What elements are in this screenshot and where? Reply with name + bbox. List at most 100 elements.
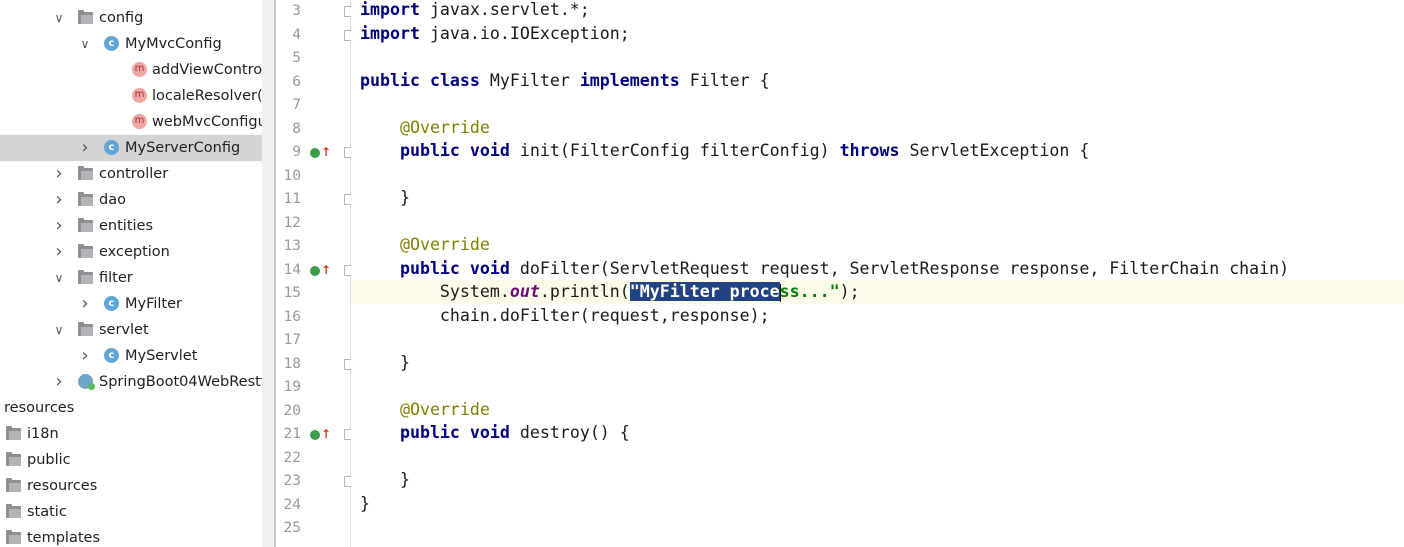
code-line[interactable]: } — [360, 492, 370, 516]
code-line[interactable]: System.out.println("MyFilter process..."… — [360, 280, 860, 304]
code-line[interactable]: } — [360, 186, 410, 210]
code-token: @Override — [399, 235, 490, 254]
tree-item-myfilter[interactable]: › c MyFilter — [0, 291, 262, 317]
chevron-down-icon[interactable]: ∨ — [52, 5, 66, 31]
chevron-down-icon[interactable]: ∨ — [78, 31, 92, 57]
code-line[interactable]: public void doFilter(ServletRequest requ… — [360, 257, 1289, 281]
code-token: public — [360, 70, 420, 90]
line-number: 10 — [283, 167, 301, 184]
tree-item-label: webMvcConfigur — [152, 114, 262, 130]
tree-item-label: resources — [27, 478, 98, 494]
tree-item-mymvcconfig[interactable]: ∨ c MyMvcConfig — [0, 31, 262, 57]
chevron-right-icon[interactable]: › — [52, 239, 66, 265]
code-token: import — [360, 0, 420, 19]
tree-item-resources[interactable]: resources — [0, 473, 262, 499]
tree-item-label: public — [27, 452, 71, 468]
tree-item-localeresolver-l[interactable]: m localeResolver():L — [0, 83, 262, 109]
chevron-right-icon[interactable]: › — [52, 213, 66, 239]
chevron-down-icon[interactable]: ∨ — [52, 317, 66, 343]
line-number: 3 — [292, 3, 301, 19]
tree-item-label: entities — [99, 218, 154, 234]
tree-item-label: MyServlet — [125, 348, 198, 364]
tree-item-label: controller — [99, 166, 169, 182]
method-icon: m — [132, 88, 147, 103]
class-icon: c — [104, 36, 119, 51]
tree-item-myserverconfig[interactable]: › c MyServerConfig — [0, 135, 274, 161]
code-line[interactable]: public void init(FilterConfig filterConf… — [360, 139, 1089, 163]
implements-method-icon[interactable]: ↑ — [308, 427, 331, 442]
line-number: 23 — [283, 473, 301, 489]
code-line[interactable]: } — [360, 468, 410, 492]
tree-item-i18n[interactable]: i18n — [0, 421, 262, 447]
code-line[interactable]: } — [360, 351, 410, 375]
tree-item-webmvcconfigur[interactable]: m webMvcConfigur — [0, 109, 262, 135]
tree-item-controller[interactable]: › controller — [0, 161, 262, 187]
tree-item-public[interactable]: public — [0, 447, 262, 473]
tree-item-exception[interactable]: › exception — [0, 239, 262, 265]
code-line[interactable]: import java.io.IOException; — [360, 22, 630, 46]
tree-item-entities[interactable]: › entities — [0, 213, 262, 239]
code-token: chain.doFilter(request,response); — [360, 305, 770, 325]
tree-item-static[interactable]: static — [0, 499, 262, 525]
tree-item-templates[interactable]: templates — [0, 525, 262, 547]
line-number: 11 — [283, 191, 301, 207]
code-line[interactable]: import javax.servlet.*; — [360, 0, 590, 22]
line-number: 4 — [292, 26, 301, 43]
line-number: 13 — [283, 238, 301, 254]
tree-item-addviewcontrolle[interactable]: m addViewControlle — [0, 57, 262, 83]
chevron-right-icon[interactable]: › — [52, 161, 66, 187]
code-token: destroy() { — [509, 423, 630, 442]
code-token: javax.servlet.*; — [419, 0, 590, 19]
tree-item-resources[interactable]: resources — [0, 395, 262, 421]
line-number: 15 — [283, 285, 301, 301]
tree-item-springboot04webrestf[interactable]: › SpringBoot04WebRestf — [0, 369, 262, 395]
code-line[interactable]: chain.doFilter(request,response); — [360, 304, 770, 328]
folder-icon — [6, 530, 21, 545]
implements-method-icon[interactable]: ↑ — [308, 145, 331, 160]
code-token: ss..." — [779, 282, 840, 301]
code-editor[interactable]: import javax.servlet.*; import java.io.IO… — [351, 0, 1404, 547]
line-number: 14 — [283, 261, 301, 278]
folder-icon — [6, 452, 21, 467]
tree-item-filter[interactable]: ∨ filter — [0, 265, 262, 291]
project-tree: ∨ config ∨ c MyMvcConfig m addViewControlle mlo… — [0, 0, 274, 547]
tree-item-dao[interactable]: › dao — [0, 187, 262, 213]
folder-icon — [78, 218, 93, 233]
code-token: java.io.IOException; — [419, 23, 630, 43]
code-token: ServletException { — [899, 141, 1090, 160]
code-line[interactable]: @Override — [360, 116, 490, 140]
tree-item-label: templates — [27, 530, 101, 546]
chevron-right-icon[interactable]: › — [78, 291, 92, 317]
code-line[interactable]: public void destroy() { — [360, 421, 630, 445]
code-line[interactable]: @Override — [360, 233, 490, 257]
method-icon: m — [132, 114, 147, 129]
line-number: 17 — [283, 332, 301, 348]
tree-item-myservlet[interactable]: › c MyServlet — [0, 343, 262, 369]
project-tree-scrollbar[interactable] — [262, 0, 274, 547]
tree-item-label: MyFilter — [125, 296, 183, 312]
chevron-right-icon[interactable]: › — [78, 343, 92, 369]
chevron-down-icon[interactable]: ∨ — [52, 265, 66, 291]
code-token: } — [360, 493, 370, 513]
chevron-right-icon[interactable]: › — [52, 187, 66, 213]
chevron-right-icon[interactable]: › — [52, 369, 66, 395]
selected-text: "MyFilter proce — [629, 282, 780, 301]
tree-item-label: resources — [4, 400, 75, 416]
code-line[interactable]: public class MyFilter implements Filter … — [360, 69, 770, 93]
implements-method-icon[interactable]: ↑ — [308, 263, 331, 278]
line-number: 7 — [292, 97, 301, 113]
code-token: class — [429, 70, 480, 90]
code-token: System. — [360, 282, 510, 301]
code-line[interactable]: @Override — [360, 398, 490, 422]
tree-item-servlet[interactable]: ∨ servlet — [0, 317, 262, 343]
tree-item-config[interactable]: ∨ config — [0, 5, 262, 31]
tree-item-label: static — [27, 504, 67, 520]
code-token: } — [360, 188, 410, 207]
tree-item-label: config — [99, 10, 144, 26]
chevron-right-icon[interactable]: › — [78, 135, 92, 161]
folder-icon — [78, 244, 93, 259]
